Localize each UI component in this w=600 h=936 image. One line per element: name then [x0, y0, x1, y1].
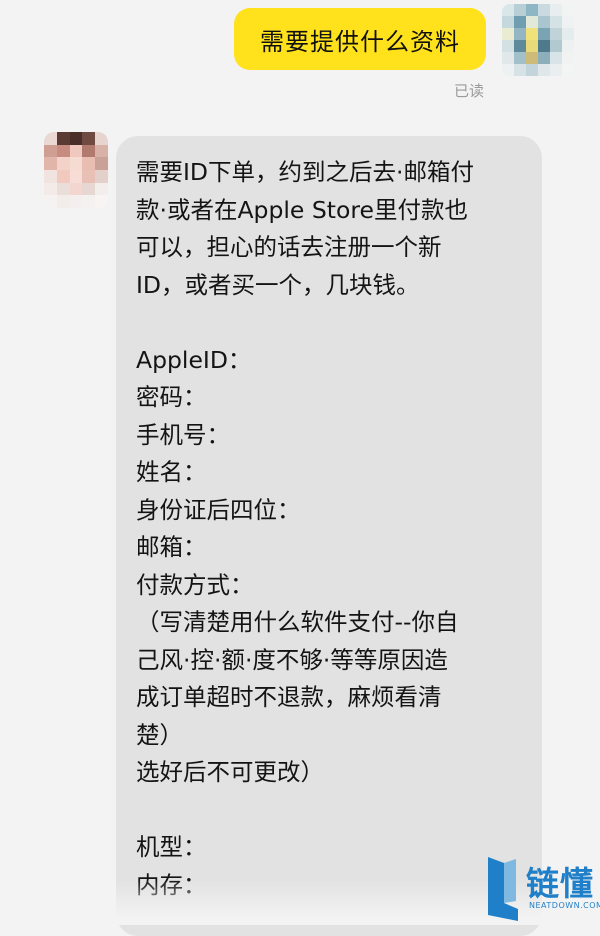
avatar-pixel	[502, 64, 514, 76]
avatar-pixel	[514, 52, 526, 64]
message-line	[136, 304, 474, 342]
read-status-label: 已读	[454, 82, 485, 100]
avatar-pixel	[95, 170, 108, 183]
avatar-pixel	[502, 16, 514, 28]
avatar-pixel	[562, 52, 574, 64]
message-line: 需要ID下单，约到之后去·邮箱付	[136, 158, 474, 186]
avatar-pixel	[44, 132, 57, 145]
avatar-pixel	[82, 144, 96, 158]
avatar-pixel	[502, 40, 514, 52]
my-avatar[interactable]	[502, 4, 574, 76]
watermark-domain-text: NEATDOWN.COM	[529, 901, 600, 910]
contact-avatar[interactable]	[44, 132, 108, 208]
avatar-pixel	[95, 195, 108, 208]
avatar-pixel	[44, 144, 57, 158]
avatar-pixel	[44, 182, 57, 196]
avatar-pixel	[44, 170, 57, 183]
message-line: 付款方式：	[136, 570, 254, 599]
avatar-pixel	[514, 16, 526, 28]
avatar-pixel	[526, 28, 538, 40]
avatar-pixel	[44, 157, 57, 170]
message-line: 选好后不可更改）	[136, 758, 324, 786]
message-line: 身份证后四位：	[136, 495, 301, 524]
avatar-pixel	[538, 16, 550, 28]
avatar-pixel	[538, 4, 550, 16]
message-line: 可以，担心的话去注册一个新	[136, 233, 442, 261]
avatar-pixel	[562, 16, 574, 28]
avatar-pixel	[56, 182, 70, 196]
avatar-pixel	[562, 64, 574, 76]
avatar-pixel	[550, 52, 562, 64]
message-line: 密码：	[136, 383, 207, 411]
avatar-pixel	[56, 157, 70, 170]
avatar-pixel	[538, 64, 550, 76]
avatar-pixel	[526, 64, 538, 76]
message-line: AppleID：	[136, 345, 252, 374]
message-line: ID，或者买一个，几块钱。	[136, 270, 420, 299]
avatar-pixel	[95, 182, 108, 196]
avatar-pixel	[56, 170, 70, 183]
avatar-pixel	[69, 170, 83, 183]
avatar-pixel	[56, 132, 70, 145]
avatar-pixel	[562, 4, 574, 16]
avatar-pixel	[526, 52, 538, 64]
message-line: 楚）	[136, 720, 183, 749]
avatar-pixel	[550, 28, 562, 40]
avatar-pixel	[502, 28, 514, 40]
avatar-pixel	[526, 16, 538, 28]
avatar-pixel	[82, 132, 96, 145]
avatar-pixel	[514, 4, 526, 16]
watermark-brand-text: 链懂	[526, 864, 594, 903]
avatar-pixel	[526, 40, 538, 52]
message-line	[136, 792, 474, 830]
avatar-pixel	[502, 4, 514, 16]
avatar-pixel	[82, 195, 96, 208]
message-line: （写清楚用什么软件支付--你自	[136, 608, 459, 636]
avatar-pixel	[56, 144, 70, 158]
avatar-pixel	[82, 170, 96, 183]
avatar-pixel	[550, 4, 562, 16]
message-line: 机型：	[136, 833, 207, 861]
message-line: 手机号：	[136, 420, 230, 449]
watermark-logo: 链懂 NEATDOWN.COM	[486, 855, 600, 925]
message-line: 成订单超时不退款，麻烦看清	[136, 683, 442, 711]
avatar-pixel	[82, 157, 96, 170]
outgoing-message-bubble[interactable]: 需要提供什么资料	[234, 8, 486, 70]
avatar-pixel	[514, 28, 526, 40]
avatar-pixel	[538, 28, 550, 40]
avatar-pixel	[69, 132, 83, 145]
avatar-pixel	[69, 195, 83, 208]
message-line: 姓名：	[136, 458, 207, 486]
avatar-pixel	[69, 182, 83, 196]
avatar-pixel	[550, 40, 562, 52]
avatar-pixel	[562, 40, 574, 52]
avatar-pixel	[550, 16, 562, 28]
avatar-pixel	[562, 28, 574, 40]
message-line: 款·或者在Apple Store里付款也	[136, 195, 468, 224]
avatar-pixel	[44, 195, 57, 208]
avatar-pixel	[56, 195, 70, 208]
avatar-pixel	[538, 52, 550, 64]
avatar-pixel	[526, 4, 538, 16]
incoming-message-text: 需要ID下单，约到之后去·邮箱付 款·或者在Apple Store里付款也 可以，担…	[136, 154, 474, 904]
avatar-pixel	[514, 64, 526, 76]
outgoing-message-text: 需要提供什么资料	[260, 27, 460, 56]
avatar-pixel	[514, 40, 526, 52]
avatar-pixel	[502, 52, 514, 64]
avatar-pixel	[95, 144, 108, 158]
message-line: 己风·控·额·度不够·等等原因造	[136, 645, 448, 674]
avatar-pixel	[538, 40, 550, 52]
avatar-pixel	[95, 157, 108, 170]
avatar-pixel	[82, 182, 96, 196]
avatar-pixel	[95, 132, 108, 145]
avatar-pixel	[69, 144, 83, 158]
message-line: 邮箱：	[136, 533, 207, 561]
watermark-l-icon	[488, 857, 518, 921]
avatar-pixel	[69, 157, 83, 170]
avatar-pixel	[550, 64, 562, 76]
